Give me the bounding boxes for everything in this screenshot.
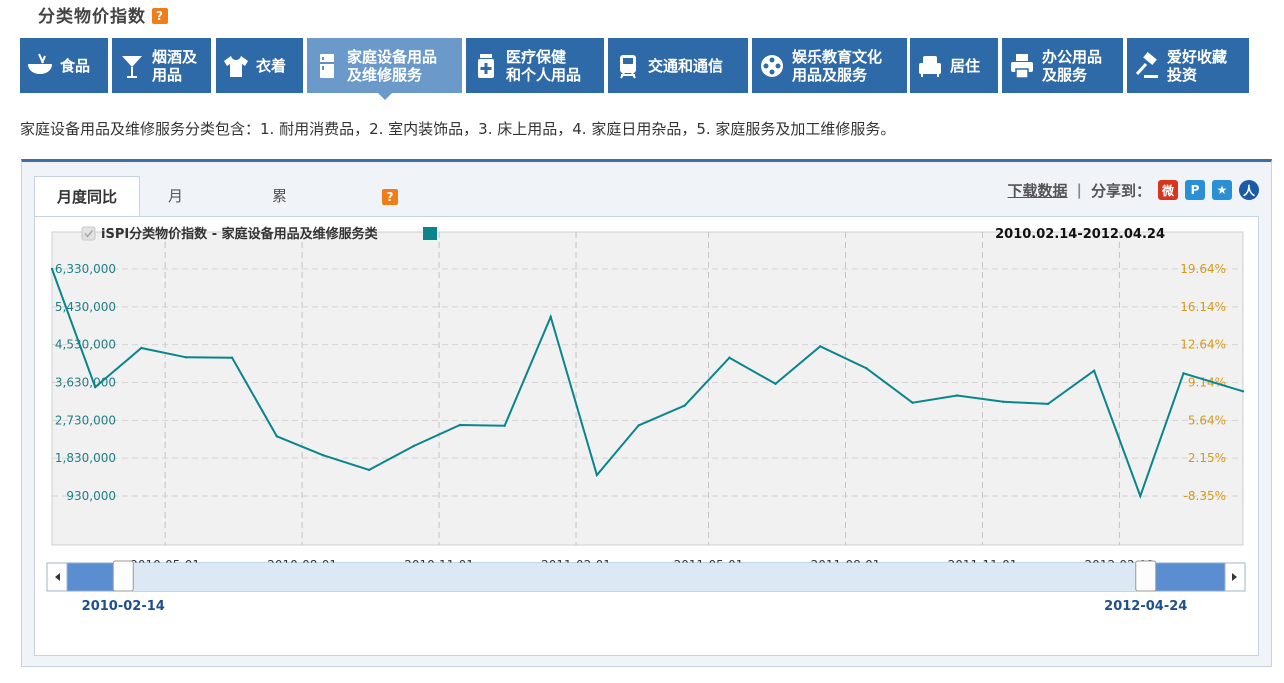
category-tab-8[interactable]: 居住 [910,38,998,93]
help-icon[interactable]: ? [152,8,168,24]
category-tab-4[interactable]: 家庭设备用品 及维修服务 [307,38,462,100]
category-label: 居住 [950,56,981,75]
printer-icon [1002,51,1042,81]
fridge-icon [307,51,347,81]
legend-checkbox [81,226,96,241]
y-right-tick-label: -8.35% [1184,489,1226,503]
data-point [1241,390,1245,393]
tools-separator: | [1076,181,1082,199]
bowl-icon [20,51,60,81]
y-right-tick-label: 12.64% [1180,338,1226,352]
train-icon [608,51,648,81]
gavel-icon [1127,51,1167,81]
data-point [683,404,686,407]
y-left-tick-label: 2,730,000 [55,413,116,427]
data-point [412,444,415,448]
category-label: 爱好收藏 投资 [1167,47,1228,84]
data-point [1139,494,1142,498]
data-point [774,382,777,385]
page-title: 分类物价指数? [38,2,168,27]
armchair-icon [910,51,950,81]
y-left-tick-label: 930,000 [66,489,116,503]
data-point [819,345,822,348]
tabs-help-icon[interactable]: ? [382,189,398,205]
data-point [275,435,278,438]
category-label: 医疗保健 和个人用品 [506,47,582,84]
navigator-right-handle[interactable] [1135,560,1157,592]
page-title-text: 分类物价指数 [38,7,146,27]
category-tab-2[interactable]: 烟酒及 用品 [112,38,211,93]
y-left-tick-label: 4,530,000 [55,338,116,352]
data-point [1182,372,1185,375]
category-label: 交通和通信 [648,56,724,75]
chart-title: iSPI分类物价指数 - 家庭设备用品及维修服务类 [101,226,379,242]
data-point [367,468,371,472]
pengyou-icon[interactable]: P [1185,180,1205,200]
data-point [595,473,599,477]
category-tab-9[interactable]: 办公用品 及服务 [1002,38,1123,93]
line-chart: 2010-05-012010-08-012010-11-012011-02-01… [46,226,1246,614]
category-tab-6[interactable]: 交通和通信 [608,38,748,93]
chart-date-range: 2010.02.14-2012.04.24 [995,227,1165,242]
category-tab-7[interactable]: 娱乐教育文化 用品及服务 [752,38,907,93]
tab-cumulative-yoy[interactable]: 累计同比 [250,176,309,325]
category-tab-5[interactable]: 医疗保健 和个人用品 [466,38,604,93]
category-description: 家庭设备用品及维修服务分类包含：1. 耐用消费品，2. 室内装饰品，3. 床上用… [20,120,896,138]
category-tab-3[interactable]: 衣着 [216,38,303,93]
data-point [956,394,959,397]
tab-monthly-mom[interactable]: 月度环比 [146,176,205,325]
data-point [911,401,914,404]
navigator-end-label: 2012-04-24 [1104,599,1187,614]
y-right-tick-label: 19.64% [1180,262,1226,276]
favorite-star-icon[interactable]: ★ [1212,180,1232,200]
data-point [865,367,868,370]
data-point [1002,400,1005,403]
y-right-tick-label: 2.15% [1188,451,1226,465]
category-label: 家庭设备用品 及维修服务 [347,47,438,84]
download-data-link[interactable]: 下载数据 [1007,180,1067,201]
chart-area: 2010-05-012010-08-012010-11-012011-02-01… [34,216,1259,656]
data-point [321,454,325,457]
data-point [184,356,188,359]
film-reel-icon [752,51,792,81]
renren-icon[interactable]: 人 [1239,180,1259,200]
chart-panel: 月度同比 月度环比 累计同比 ? 下载数据 | 分享到： 微P ★ 人 2010-0… [21,159,1272,667]
weibo-icon[interactable]: 微 [1158,180,1178,200]
data-point [230,356,234,359]
medicine-icon [466,51,506,81]
category-label: 食品 [60,56,91,75]
plot-background [51,231,1244,546]
data-point [637,424,640,427]
navigator-window[interactable] [123,563,1146,591]
share-label: 分享到： [1090,181,1151,200]
tshirt-icon [216,51,256,81]
navigator-start-label: 2010-02-14 [82,599,165,614]
y-right-tick-label: 16.14% [1180,300,1226,314]
y-left-tick-label: 1,830,000 [55,451,116,465]
data-point [1092,369,1096,372]
tab-monthly-yoy[interactable]: 月度同比 [34,176,140,217]
y-right-tick-label: 9.14% [1188,376,1226,390]
legend-swatch [423,227,437,240]
category-label: 烟酒及 用品 [152,47,198,84]
data-point [728,356,731,359]
data-point [94,385,97,389]
data-point [140,346,143,350]
data-point [503,424,506,427]
data-point [1046,402,1050,406]
data-point [549,315,552,319]
category-tab-10[interactable]: 爱好收藏 投资 [1127,38,1249,93]
cocktail-icon [112,51,152,81]
y-left-tick-label: 6,330,000 [55,262,116,276]
data-point [458,423,462,427]
category-label: 办公用品 及服务 [1042,47,1103,84]
category-label: 娱乐教育文化 用品及服务 [792,47,883,84]
category-tab-1[interactable]: 食品 [20,38,108,93]
category-label: 衣着 [256,56,287,75]
y-right-tick-label: 5.64% [1188,413,1226,427]
data-point [50,267,54,271]
navigator-left-handle[interactable] [112,560,134,592]
chart-tools: 下载数据 | 分享到： 微 P ★ 人 [1007,178,1259,202]
